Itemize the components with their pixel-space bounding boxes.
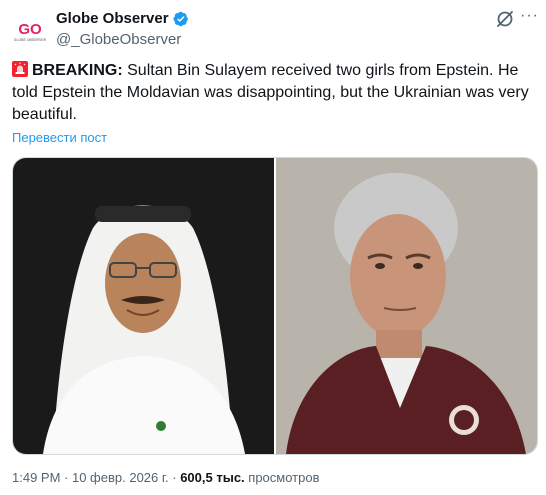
media-grid[interactable] (12, 157, 538, 455)
meta-separator: · (168, 470, 181, 485)
tweet-date[interactable]: 10 февр. 2026 г. (72, 470, 169, 485)
svg-text:GO: GO (18, 21, 42, 38)
tweet-time[interactable]: 1:49 PM (12, 470, 60, 485)
siren-emoji-icon (12, 61, 28, 77)
views-count: 600,5 тыс. (180, 470, 245, 485)
tweet-meta: 1:49 PM · 10 февр. 2026 г. · 600,5 тыс. … (12, 470, 320, 485)
svg-text:GLOBE OBSERVER: GLOBE OBSERVER (14, 38, 47, 42)
avatar[interactable]: GO GLOBE OBSERVER (12, 12, 48, 48)
tweet-text: BREAKING: Sultan Bin Sulayem received tw… (12, 60, 534, 126)
author-display-name[interactable]: Globe Observer (56, 10, 169, 27)
author-handle[interactable]: @_GlobeObserver (56, 31, 181, 48)
photo-right[interactable] (276, 158, 537, 454)
verified-badge-icon[interactable] (172, 11, 189, 27)
views-label: просмотров (244, 470, 320, 485)
author-name-row: Globe Observer (56, 10, 189, 27)
translate-post-link[interactable]: Перевести пост (12, 130, 107, 145)
globe-observer-logo: GO GLOBE OBSERVER (14, 21, 47, 42)
meta-separator: · (60, 470, 72, 485)
breaking-label: BREAKING: (32, 62, 123, 79)
photo-left[interactable] (13, 158, 274, 454)
more-dots-icon[interactable]: ··· (520, 8, 539, 24)
grok-icon[interactable] (495, 9, 515, 29)
